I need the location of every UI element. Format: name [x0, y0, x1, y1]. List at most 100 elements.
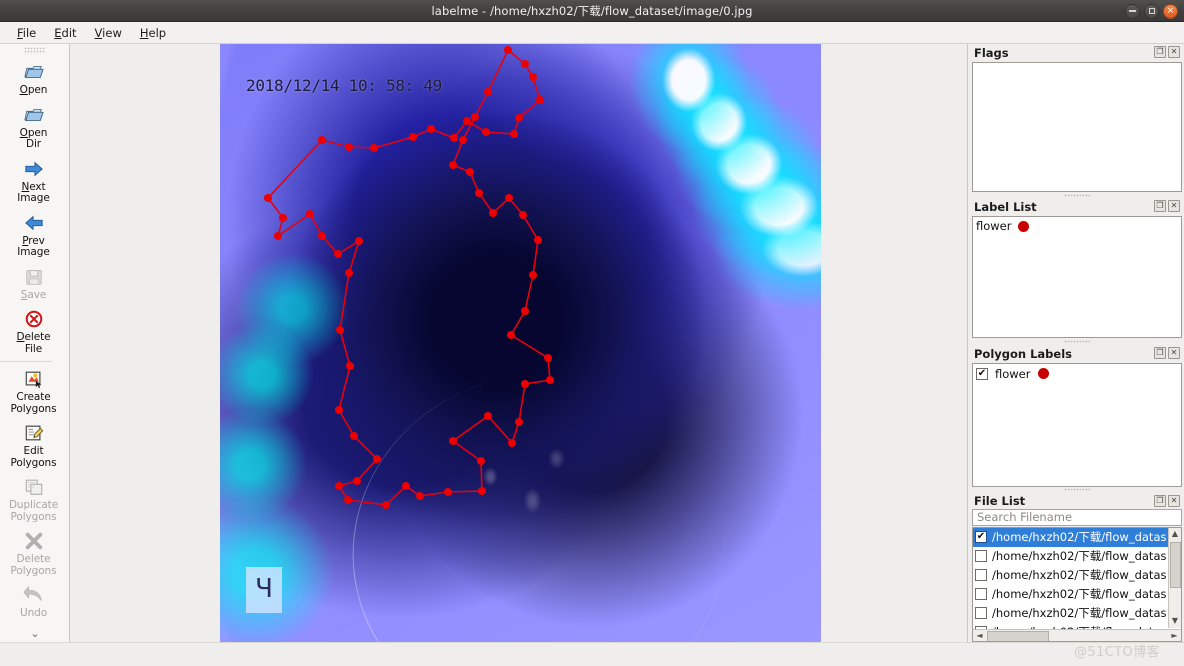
- toolbar-button-prev-image[interactable]: Prev Image: [0, 208, 68, 262]
- polygon-label-checkbox[interactable]: ✔: [976, 367, 988, 380]
- file-item-checkbox[interactable]: [975, 569, 987, 582]
- toolbar-button-create-polygons[interactable]: Create Polygons: [0, 364, 68, 418]
- polygon-vertex[interactable]: [450, 134, 458, 142]
- polygon-vertex[interactable]: [402, 482, 410, 490]
- image-canvas-area[interactable]: 2018/12/14 10: 58: 49 Ч: [70, 44, 968, 642]
- file-list-vertical-scrollbar[interactable]: ▲ ▼: [1168, 527, 1181, 628]
- scroll-right-icon[interactable]: ►: [1168, 631, 1181, 640]
- toolbar-button-open-dir[interactable]: Open Dir: [0, 100, 68, 154]
- flags-list[interactable]: [972, 62, 1182, 192]
- polygon-vertex[interactable]: [482, 128, 490, 136]
- file-list[interactable]: ✔ /home/hxzh02/下载/flow_datas/home/hxzh02/…: [972, 526, 1182, 642]
- horizontal-scroll-thumb[interactable]: [987, 631, 1049, 641]
- file-list-float-icon[interactable]: ❐: [1154, 494, 1166, 507]
- scroll-down-icon[interactable]: ▼: [1172, 615, 1178, 628]
- list-item[interactable]: flower: [973, 217, 1181, 235]
- file-list-item[interactable]: /home/hxzh02/下载/flow_datas: [973, 604, 1181, 623]
- polygon-vertex[interactable]: [471, 113, 479, 121]
- polygon-vertex[interactable]: [335, 482, 343, 490]
- label-list-close-icon[interactable]: ✕: [1168, 200, 1180, 213]
- polygon-vertex[interactable]: [515, 114, 523, 122]
- polygon-vertex[interactable]: [544, 354, 552, 362]
- file-list-item[interactable]: ✔ /home/hxzh02/下载/flow_datas: [973, 527, 1181, 547]
- file-list-horizontal-scrollbar[interactable]: ◄ ►: [973, 629, 1181, 641]
- file-item-checkbox[interactable]: ✔: [975, 531, 987, 544]
- flags-close-icon[interactable]: ✕: [1168, 46, 1180, 58]
- polygon-vertex[interactable]: [510, 130, 518, 138]
- polygon-vertex[interactable]: [477, 457, 485, 465]
- toolbar-button-delete-file[interactable]: Delete File: [0, 304, 68, 358]
- polygon-vertex[interactable]: [515, 418, 523, 426]
- polygon-labels-list[interactable]: ✔ flower: [972, 362, 1182, 487]
- polygon-vertex[interactable]: [334, 250, 342, 258]
- polygon-vertex[interactable]: [529, 271, 537, 279]
- flags-float-icon[interactable]: ❐: [1154, 46, 1166, 58]
- menu-edit[interactable]: Edit: [45, 24, 85, 42]
- file-item-checkbox[interactable]: [975, 607, 987, 620]
- polygon-vertex[interactable]: [344, 496, 352, 504]
- minimize-button[interactable]: [1125, 3, 1140, 19]
- menu-view[interactable]: View: [86, 24, 131, 42]
- maximize-button[interactable]: [1144, 3, 1159, 19]
- polygon-vertex[interactable]: [534, 236, 542, 244]
- annotation-polygon[interactable]: [266, 48, 551, 506]
- polygon-vertex[interactable]: [505, 194, 513, 202]
- polygon-vertex[interactable]: [336, 326, 344, 334]
- file-item-checkbox[interactable]: [975, 588, 987, 601]
- polygon-vertex[interactable]: [449, 161, 457, 169]
- polygon-annotation-overlay[interactable]: [220, 44, 821, 642]
- polygon-vertex[interactable]: [521, 307, 529, 315]
- polygon-vertex[interactable]: [345, 143, 353, 151]
- polygon-vertex[interactable]: [466, 168, 474, 176]
- polygon-vertex[interactable]: [444, 488, 452, 496]
- label-list-float-icon[interactable]: ❐: [1154, 200, 1166, 213]
- polygon-vertex[interactable]: [521, 380, 529, 388]
- file-list-item[interactable]: /home/hxzh02/下载/flow_datas: [973, 585, 1181, 604]
- polygon-vertex[interactable]: [427, 125, 435, 133]
- toolbar-button-edit-polygons[interactable]: Edit Polygons: [0, 418, 68, 472]
- polygon-vertex[interactable]: [475, 189, 483, 197]
- polygon-vertex[interactable]: [507, 331, 515, 339]
- vertical-scroll-thumb[interactable]: [1169, 541, 1181, 588]
- file-list-item[interactable]: /home/hxzh02/下载/flow_datas: [973, 547, 1181, 566]
- polygon-vertex[interactable]: [279, 214, 287, 222]
- toolbar-overflow-button[interactable]: ⌄: [0, 627, 70, 640]
- polygon-vertex[interactable]: [449, 437, 457, 445]
- polygon-vertex[interactable]: [463, 117, 471, 125]
- polygon-vertex[interactable]: [274, 232, 282, 240]
- polygon-vertex[interactable]: [521, 60, 529, 68]
- polygon-vertex[interactable]: [382, 501, 390, 509]
- menu-file[interactable]: File: [8, 24, 45, 42]
- file-list-rows[interactable]: ✔ /home/hxzh02/下载/flow_datas/home/hxzh02/…: [973, 527, 1181, 630]
- polygon-vertex[interactable]: [335, 406, 343, 414]
- polygon-vertex[interactable]: [519, 211, 527, 219]
- polygon-vertex[interactable]: [508, 439, 516, 447]
- list-item[interactable]: ✔ flower: [973, 364, 1181, 382]
- close-button[interactable]: ×: [1163, 3, 1178, 19]
- toolbar-button-open[interactable]: Open: [0, 57, 68, 100]
- polygon-vertex[interactable]: [346, 362, 354, 370]
- file-item-checkbox[interactable]: [975, 550, 987, 563]
- search-filename-input[interactable]: Search Filename: [972, 508, 1182, 526]
- polygon-vertex[interactable]: [416, 492, 424, 500]
- polygon-vertex[interactable]: [409, 133, 417, 141]
- polygon-vertex[interactable]: [370, 144, 378, 152]
- polygon-labels-float-icon[interactable]: ❐: [1154, 346, 1166, 359]
- polygon-vertex[interactable]: [355, 237, 363, 245]
- polygon-vertex[interactable]: [536, 96, 544, 104]
- polygon-vertex[interactable]: [373, 455, 381, 463]
- polygon-vertex[interactable]: [264, 194, 272, 202]
- toolbar-drag-handle[interactable]: [23, 47, 46, 54]
- polygon-vertex[interactable]: [529, 73, 537, 81]
- menu-help[interactable]: Help: [131, 24, 175, 42]
- polygon-labels-close-icon[interactable]: ✕: [1168, 346, 1180, 359]
- polygon-vertex[interactable]: [504, 46, 512, 54]
- polygon-vertex[interactable]: [459, 136, 467, 144]
- polygon-vertex[interactable]: [318, 232, 326, 240]
- polygon-vertex[interactable]: [318, 136, 326, 144]
- canvas-scroll-region[interactable]: 2018/12/14 10: 58: 49 Ч: [70, 44, 967, 642]
- polygon-vertex[interactable]: [478, 487, 486, 495]
- polygon-vertex[interactable]: [489, 209, 497, 217]
- annotated-image[interactable]: 2018/12/14 10: 58: 49 Ч: [220, 44, 821, 642]
- polygon-vertex[interactable]: [484, 412, 492, 420]
